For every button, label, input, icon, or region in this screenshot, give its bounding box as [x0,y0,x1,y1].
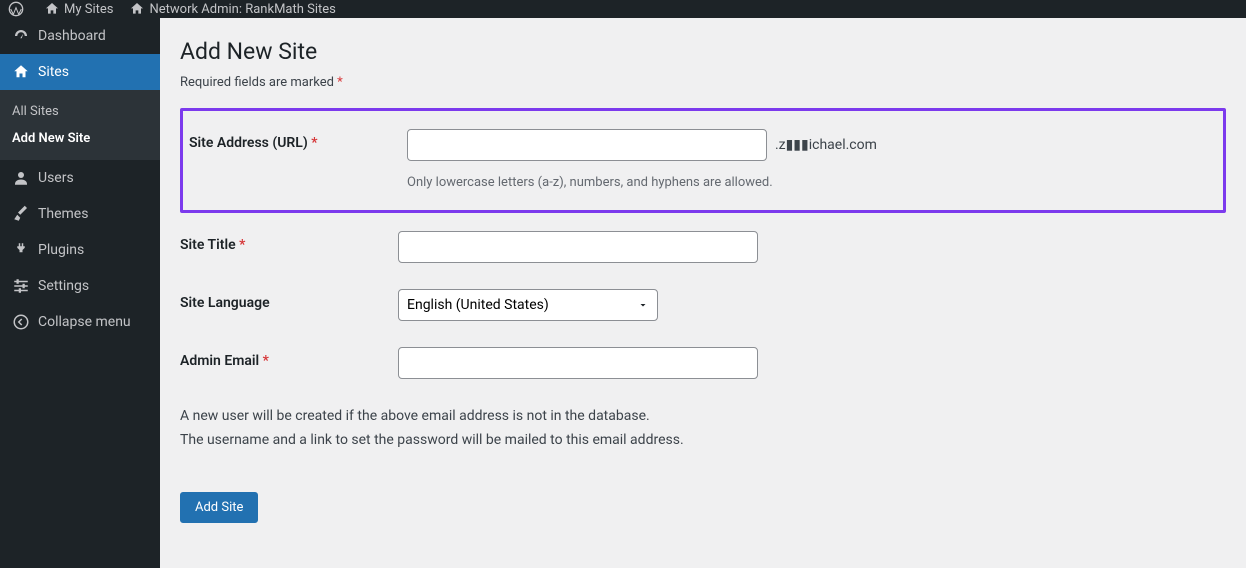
form-row-admin-email: Admin Email * [180,347,1226,379]
sidebar-label: Users [38,170,74,186]
sidebar-item-themes[interactable]: Themes [0,196,160,232]
sidebar-label: Collapse menu [38,314,131,330]
site-title-input[interactable] [398,231,758,263]
site-address-highlight: Site Address (URL) * .z▮▮▮ichael.com Onl… [180,108,1226,213]
info-line1: A new user will be created if the above … [180,405,1226,427]
wordpress-icon [8,1,24,17]
my-sites-link[interactable]: My Sites [44,1,113,17]
home-icon [12,63,30,81]
brush-icon [12,205,30,223]
network-admin-label: Network Admin: RankMath Sites [149,2,335,17]
sidebar-sub-all-sites[interactable]: All Sites [0,98,160,125]
sidebar-label: Themes [38,206,88,222]
sidebar-label: Plugins [38,242,84,258]
collapse-icon [12,313,30,331]
network-admin-link[interactable]: Network Admin: RankMath Sites [129,1,335,17]
sidebar-label: Sites [38,64,69,80]
form-row-site-address: Site Address (URL) * .z▮▮▮ichael.com Onl… [189,129,1205,190]
sidebar-item-collapse[interactable]: Collapse menu [0,304,160,340]
label-site-language: Site Language [180,289,398,311]
site-language-select[interactable]: English (United States) [398,289,658,321]
sidebar-sub-add-new-site[interactable]: Add New Site [0,125,160,152]
sidebar-item-dashboard[interactable]: Dashboard [0,18,160,54]
label-site-title: Site Title * [180,231,398,253]
form-row-site-language: Site Language English (United States) [180,289,1226,321]
info-line2: The username and a link to set the passw… [180,429,1226,451]
form-row-site-title: Site Title * [180,231,1226,263]
label-admin-email: Admin Email * [180,347,398,369]
main-content: Add New Site Required fields are marked … [160,18,1246,568]
home-icon [129,1,145,17]
sidebar-label: Dashboard [38,28,106,44]
sidebar-item-settings[interactable]: Settings [0,268,160,304]
sidebar-item-sites[interactable]: Sites [0,54,160,90]
sidebar-label: Settings [38,278,89,294]
wp-logo[interactable] [8,1,28,17]
admin-email-input[interactable] [398,347,758,379]
site-address-input[interactable] [407,129,767,161]
sidebar-item-plugins[interactable]: Plugins [0,232,160,268]
user-icon [12,169,30,187]
dashboard-icon [12,27,30,45]
label-site-address: Site Address (URL) * [189,129,407,151]
home-icon [44,1,60,17]
sidebar-submenu-sites: All Sites Add New Site [0,90,160,160]
required-note: Required fields are marked * [180,75,1226,90]
site-address-hint: Only lowercase letters (a-z), numbers, a… [407,175,1205,190]
sidebar-item-users[interactable]: Users [0,160,160,196]
info-text: A new user will be created if the above … [180,405,1226,452]
page-title: Add New Site [180,18,1226,75]
add-site-button[interactable]: Add Site [180,492,258,523]
required-star: * [337,75,343,90]
admin-topbar: My Sites Network Admin: RankMath Sites [0,0,1246,18]
plug-icon [12,241,30,259]
settings-icon [12,277,30,295]
admin-sidebar: Dashboard Sites All Sites Add New Site U… [0,18,160,568]
domain-suffix: .z▮▮▮ichael.com [775,137,877,153]
my-sites-label: My Sites [64,2,113,17]
